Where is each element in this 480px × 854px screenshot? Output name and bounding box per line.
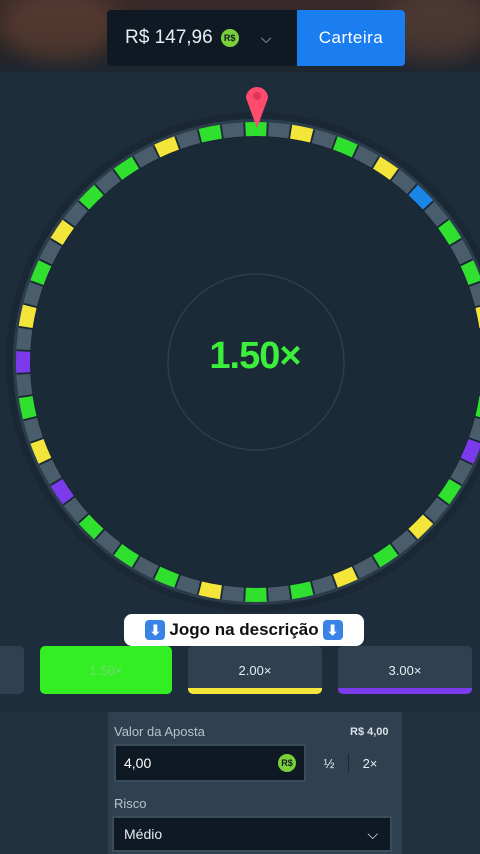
wallet-button[interactable]: Carteira	[297, 10, 405, 66]
multiplier-color-bar	[338, 688, 472, 694]
risk-select[interactable]: Médio ⌵	[112, 816, 392, 852]
multiplier-label: 1.50×	[89, 662, 123, 678]
wheel-segment-gray	[16, 373, 33, 397]
caption-banner: ⬇ Jogo na descrição ⬇	[124, 614, 364, 646]
coin-icon: R$	[278, 754, 296, 772]
divider	[348, 754, 349, 772]
wheel-segment-gray	[221, 585, 245, 602]
coin-icon: R$	[220, 29, 239, 47]
risk-value: Médio	[124, 826, 163, 842]
arrow-down-icon: ⬇	[322, 620, 343, 640]
caption-text: Jogo na descrição	[169, 620, 319, 639]
wheel-segment-gray	[267, 585, 291, 602]
multiplier-button-2-00[interactable]: 2.00×	[188, 646, 322, 694]
bet-amount-input[interactable]: 4,00 R$	[114, 744, 306, 782]
multiplier-label: 2.00×	[238, 662, 272, 678]
balance-selector[interactable]: R$ 147,96 R$ ⌵	[107, 10, 297, 66]
multiplier-display: 1.50×	[209, 335, 301, 377]
multiplier-button-1-50[interactable]: 1.50×	[40, 646, 172, 694]
wheel-segment-gray	[221, 122, 245, 139]
pointer-icon	[246, 87, 268, 128]
half-bet-button[interactable]: ½	[310, 744, 348, 782]
multiplier-color-bar	[188, 688, 322, 694]
wheel-segment-green	[245, 587, 267, 602]
multiplier-label: 3.00×	[388, 662, 422, 678]
wheel-segment-purple	[15, 351, 31, 373]
double-bet-button[interactable]: 2×	[350, 744, 390, 782]
wallet-bar: R$ 147,96 R$ ⌵ Carteira	[107, 10, 405, 66]
bet-amount-value: 4,00	[124, 755, 152, 771]
multiplier-button-3-00[interactable]: 3.00×	[338, 646, 472, 694]
bet-amount-label: Valor da Aposta	[114, 724, 205, 739]
chevron-down-icon: ⌵	[260, 29, 272, 46]
wheel-segment-gray	[16, 327, 33, 351]
risk-label: Risco	[114, 796, 147, 811]
chevron-down-icon: ⌵	[367, 826, 378, 842]
wheel-segment-gray	[267, 122, 291, 139]
bet-amount-display: R$ 4,00	[350, 726, 389, 738]
multiplier-button-partial[interactable]	[0, 646, 24, 694]
balance-value: R$ 147,96	[125, 27, 213, 48]
arrow-down-icon: ⬇	[145, 620, 166, 640]
